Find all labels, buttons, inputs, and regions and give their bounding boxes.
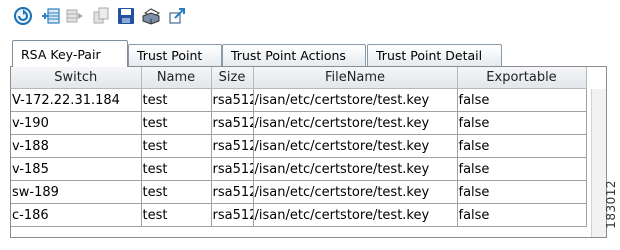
table-row[interactable]: V-172.22.31.184 test rsa512 /isan/etc/ce… [11,88,587,112]
table-row[interactable]: sw-189 test rsa512 /isan/etc/certstore/t… [11,180,587,204]
cell-size: rsa512 [211,134,254,158]
cell-name: test [141,203,212,227]
column-header-name[interactable]: Name [141,67,212,89]
cell-size: rsa512 [211,203,254,227]
tab-label: Trust Point Actions [231,48,346,63]
cell-size: rsa512 [211,157,254,181]
tab-trust-point-actions[interactable]: Trust Point Actions [222,44,366,66]
cell-name: test [141,111,212,135]
column-header-filename[interactable]: FileName [253,67,458,89]
cell-switch: sw-189 [11,180,142,204]
cell-name: test [141,157,212,181]
cell-filename: /isan/etc/certstore/test.key [253,134,458,158]
table-row[interactable]: v-188 test rsa512 /isan/etc/certstore/te… [11,134,587,158]
cell-switch: v-190 [11,111,142,135]
cell-switch: V-172.22.31.184 [11,88,142,112]
cell-filename: /isan/etc/certstore/test.key [253,203,458,227]
cell-exportable: false [457,88,587,112]
column-header-size[interactable]: Size [211,67,254,89]
tab-label: Trust Point Detail [376,48,483,63]
toolbar [0,0,620,32]
cell-name: test [141,180,212,204]
figure-id: 183012 [604,180,618,229]
cell-exportable: false [457,203,587,227]
save-icon[interactable] [115,5,137,27]
tab-rsa-key-pair[interactable]: RSA Key-Pair [12,40,128,67]
cell-name: test [141,88,212,112]
column-header-exportable[interactable]: Exportable [457,67,587,89]
cell-size: rsa512 [211,180,254,204]
cell-size: rsa512 [211,88,254,112]
cell-exportable: false [457,111,587,135]
delete-row-icon [64,5,86,27]
cell-exportable: false [457,134,587,158]
cell-filename: /isan/etc/certstore/test.key [253,111,458,135]
cell-switch: c-186 [11,203,142,227]
cell-exportable: false [457,180,587,204]
add-row-icon[interactable] [40,5,62,27]
tab-trust-point[interactable]: Trust Point [128,44,222,66]
tab-label: Trust Point [137,48,203,63]
cell-filename: /isan/etc/certstore/test.key [253,180,458,204]
tab-trust-point-detail[interactable]: Trust Point Detail [367,44,502,66]
export-icon[interactable] [166,5,188,27]
cell-filename: /isan/etc/certstore/test.key [253,157,458,181]
table-row[interactable]: c-186 test rsa512 /isan/etc/certstore/te… [11,203,587,227]
table-row[interactable]: v-190 test rsa512 /isan/etc/certstore/te… [11,111,587,135]
table-row[interactable]: v-185 test rsa512 /isan/etc/certstore/te… [11,157,587,181]
cell-switch: v-185 [11,157,142,181]
print-icon[interactable] [140,5,162,27]
tab-label: RSA Key-Pair [21,46,101,62]
cell-switch: v-188 [11,134,142,158]
refresh-icon[interactable] [12,5,34,27]
cell-filename: /isan/etc/certstore/test.key [253,88,458,112]
column-header-switch[interactable]: Switch [11,67,142,89]
cell-size: rsa512 [211,111,254,135]
copy-icon [90,5,112,27]
cell-exportable: false [457,157,587,181]
rsa-key-pair-table: Switch Name Size FileName Exportable V-1… [10,66,607,238]
cell-name: test [141,134,212,158]
table-header-row: Switch Name Size FileName Exportable [11,67,587,89]
